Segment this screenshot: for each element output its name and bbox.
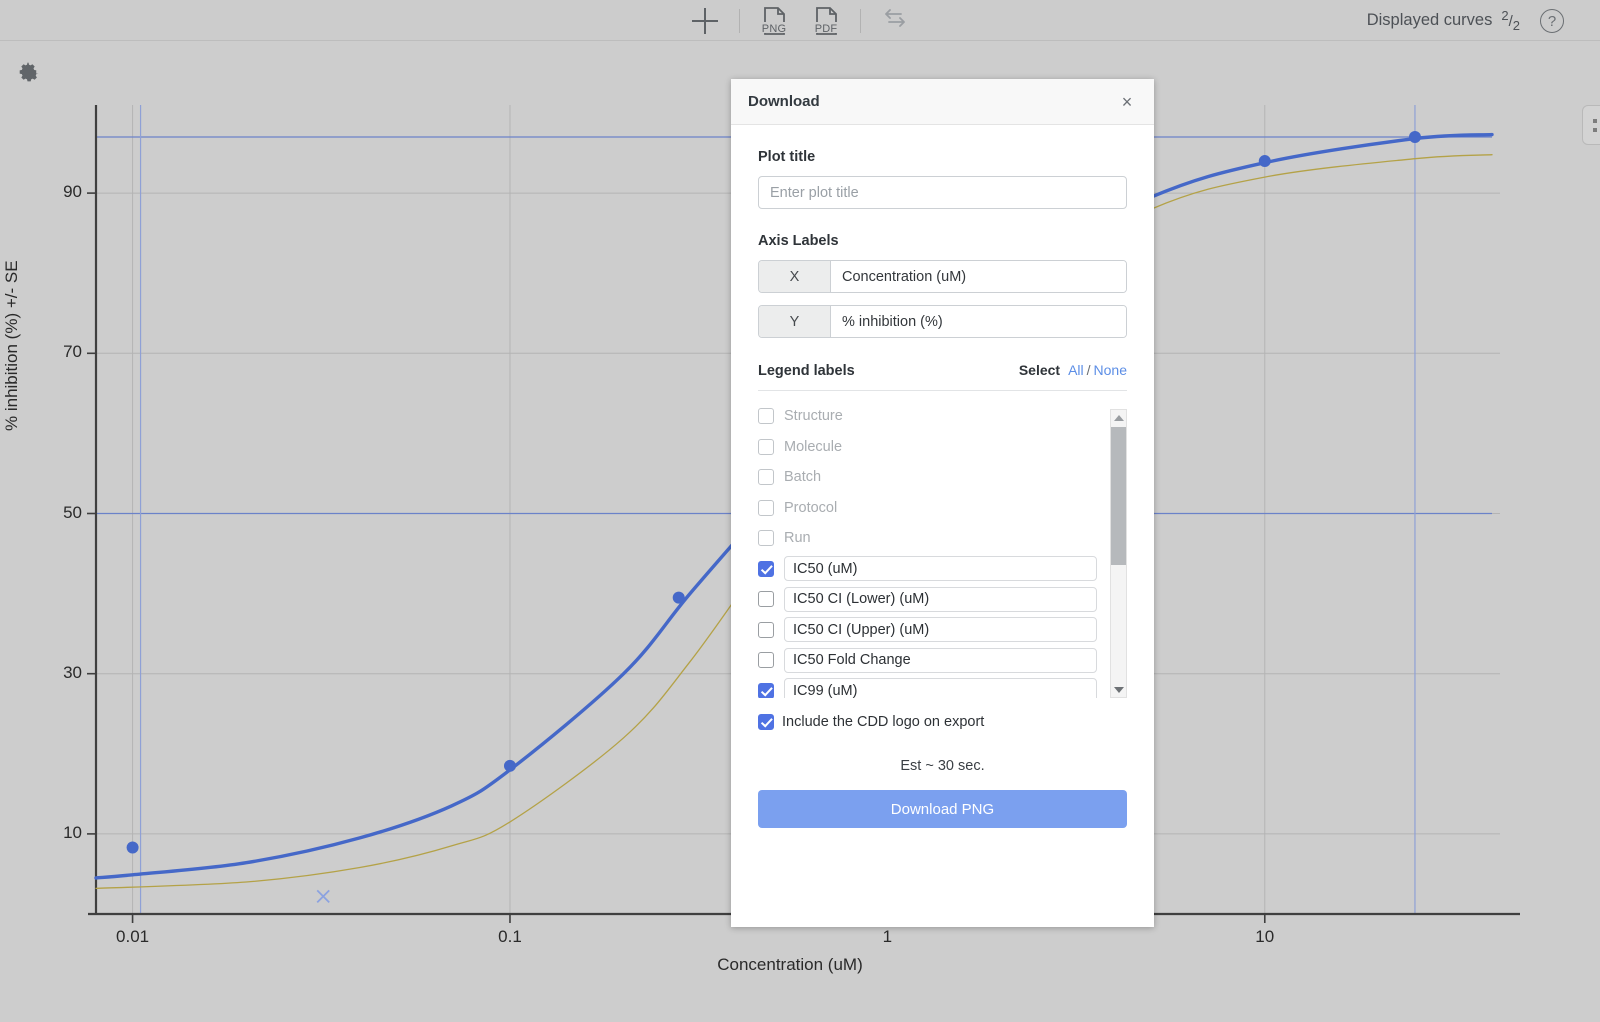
dialog-title: Download (748, 93, 820, 110)
cdd-logo-checkbox[interactable] (758, 714, 774, 730)
x-tick-label: 0.01 (116, 927, 150, 946)
refresh-button[interactable] (869, 0, 921, 41)
legend-item-row (758, 676, 1127, 698)
cdd-logo-label: Include the CDD logo on export (782, 714, 985, 730)
y-axis-label: % inhibition (%) +/- SE (2, 260, 21, 431)
help-label: ? (1547, 12, 1557, 30)
displayed-curves-indicator: Displayed curves 2/2 (1367, 0, 1520, 41)
legend-item-row (758, 584, 1127, 615)
legend-item-row (758, 645, 1127, 676)
legend-item-row (758, 615, 1127, 646)
displayed-curves-label: Displayed curves (1366, 11, 1493, 29)
legend-item-label: Protocol (784, 499, 838, 516)
axis-labels-section-label: Axis Labels (758, 233, 839, 249)
legend-labels-header: Legend labels Select All / None (758, 362, 1127, 391)
select-label: Select (1018, 362, 1061, 378)
legend-item-label: Run (784, 530, 811, 547)
displayed-curves-fraction: 2/2 (1501, 8, 1520, 33)
scroll-up-arrow-icon[interactable] (1111, 410, 1126, 425)
legend-item-row (758, 554, 1127, 585)
legend-item-checkbox[interactable] (758, 591, 774, 608)
add-curve-button[interactable] (679, 0, 731, 41)
y-axis-label-input[interactable] (831, 306, 1126, 337)
scrollbar-thumb[interactable] (1111, 427, 1126, 565)
legend-item-row: Molecule (758, 432, 1127, 463)
toolbar-center-group: PNG PDF (0, 0, 1600, 41)
y-tick-label: 90 (63, 182, 82, 202)
toolbar-divider (860, 8, 861, 33)
pdf-file-icon: PDF (811, 5, 841, 37)
png-label: PNG (761, 22, 787, 35)
refresh-icon (881, 4, 909, 37)
legend-item-checkbox[interactable] (758, 652, 774, 669)
png-file-icon: PNG (759, 5, 789, 37)
legend-item-checkbox (758, 530, 774, 547)
y-tick-label: 50 (63, 502, 82, 522)
estimate-text: Est ~ 30 sec. (900, 758, 985, 774)
legend-item-input[interactable] (784, 617, 1097, 643)
toolbar-divider (739, 8, 740, 33)
legend-item-label: Structure (784, 408, 843, 425)
legend-list-scrollbar[interactable] (1110, 409, 1127, 698)
legend-item-row: Protocol (758, 493, 1127, 524)
legend-labels-section-label: Legend labels (758, 363, 855, 379)
dialog-header: Download × (731, 79, 1154, 125)
legend-item-checkbox[interactable] (758, 682, 774, 698)
dialog-body: Plot title Axis Labels X Y Legend labels… (731, 125, 1154, 927)
select-separator: / (1086, 362, 1091, 378)
legend-item-label: Molecule (784, 438, 843, 455)
export-png-button[interactable]: PNG (748, 0, 800, 41)
y-tick-label: 30 (63, 662, 82, 682)
plot-title-section-label: Plot title (758, 149, 816, 165)
legend-item-checkbox (758, 438, 774, 455)
scroll-down-arrow-icon[interactable] (1111, 682, 1126, 697)
legend-rows-container: Structure Molecule Batch Protocol Run (758, 401, 1127, 698)
legend-item-checkbox[interactable] (758, 560, 774, 577)
x-axis-label-row: X (758, 260, 1127, 293)
top-toolbar: PNG PDF Displayed curves 2/2 ? (0, 0, 1600, 41)
legend-item-input[interactable] (784, 678, 1097, 698)
y-tick-label: 70 (63, 342, 82, 362)
plus-icon (691, 7, 719, 35)
legend-item-checkbox[interactable] (758, 621, 774, 638)
x-axis-prefix: X (759, 261, 831, 292)
legend-item-checkbox (758, 469, 774, 486)
y-tick-label: 10 (63, 822, 82, 842)
legend-item-input[interactable] (784, 647, 1097, 673)
legend-item-label: Batch (784, 469, 822, 486)
select-all-link[interactable]: All (1068, 362, 1084, 378)
legend-item-checkbox (758, 408, 774, 425)
x-tick-label: 10 (1255, 927, 1275, 946)
legend-item-checkbox (758, 499, 774, 516)
legend-item-row: Batch (758, 462, 1127, 493)
close-icon[interactable]: × (1114, 89, 1140, 115)
select-none-link[interactable]: None (1094, 362, 1127, 378)
x-axis-label: Concentration (uM) (717, 955, 863, 974)
y-axis-prefix: Y (759, 306, 831, 337)
export-pdf-button[interactable]: PDF (800, 0, 852, 41)
legend-item-input[interactable] (784, 556, 1097, 582)
displayed-curves-denominator: 2 (1512, 18, 1520, 33)
download-png-button[interactable]: Download PNG (758, 790, 1127, 828)
cdd-logo-option-row: Include the CDD logo on export (758, 714, 1127, 730)
download-dialog: Download × Plot title Axis Labels X Y Le… (731, 79, 1154, 927)
help-icon[interactable]: ? (1540, 9, 1564, 33)
x-tick-label: 1 (882, 927, 893, 946)
y-axis-label-row: Y (758, 305, 1127, 338)
x-axis-label-input[interactable] (831, 261, 1126, 292)
legend-item-row: Run (758, 523, 1127, 554)
scrollbar-track[interactable] (1111, 425, 1126, 682)
legend-item-input[interactable] (784, 586, 1097, 612)
legend-labels-list: Structure Molecule Batch Protocol Run (758, 401, 1127, 698)
pdf-label: PDF (814, 22, 838, 35)
plot-title-input[interactable] (758, 176, 1127, 209)
x-tick-label: 0.1 (498, 927, 522, 946)
legend-item-row: Structure (758, 401, 1127, 432)
displayed-curves-numerator: 2 (1501, 8, 1509, 23)
